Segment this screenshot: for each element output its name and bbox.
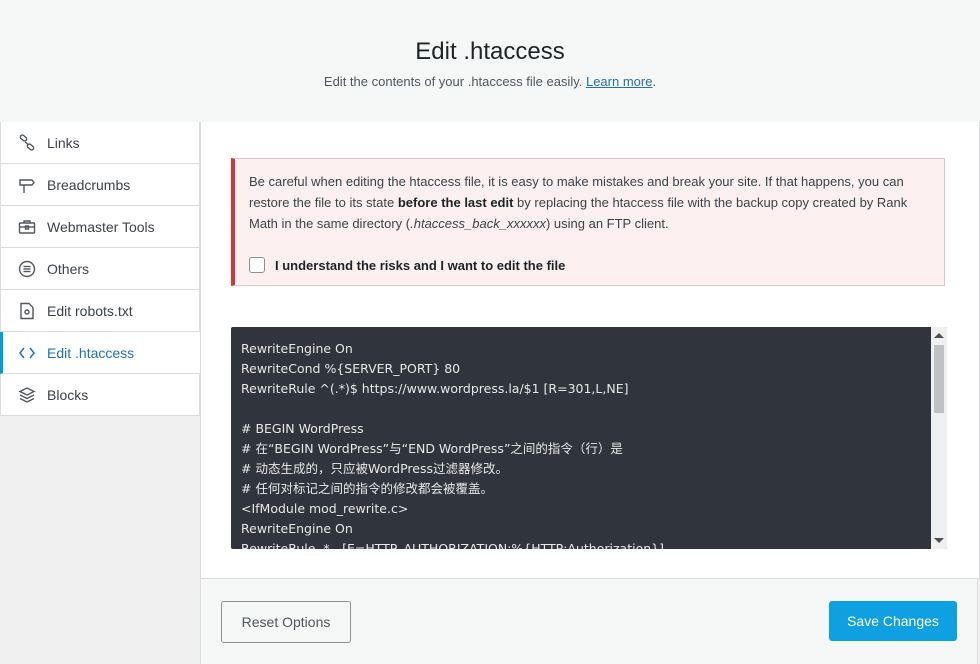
sidebar: Links Breadcrumbs Webmaster Tools Others… (0, 122, 200, 416)
sidebar-item-label: Edit .htaccess (47, 344, 135, 361)
save-changes-button[interactable]: Save Changes (829, 601, 957, 641)
list-circle-icon (17, 259, 37, 279)
code-line: RewriteEngine On (241, 521, 353, 536)
editor-scrollbar[interactable] (931, 327, 947, 549)
page-title: Edit .htaccess (415, 38, 565, 65)
page-header: Edit .htaccess Edit the contents of your… (0, 0, 980, 123)
subtitle-text: Edit the contents of your .htaccess file… (323, 74, 586, 89)
page-subtitle: Edit the contents of your .htaccess file… (0, 74, 980, 89)
sidebar-item-label: Breadcrumbs (47, 176, 131, 193)
sidebar-item-webmaster-tools[interactable]: Webmaster Tools (0, 206, 200, 248)
subtitle-suffix: . (652, 74, 657, 89)
link-icon (17, 133, 37, 153)
code-line: <IfModule mod_rewrite.c> (241, 501, 409, 516)
scroll-up-icon[interactable] (934, 333, 944, 338)
code-line: RewriteRule .* - [E=HTTP_AUTHORIZATION:%… (241, 541, 664, 549)
sidebar-item-label: Others (47, 260, 90, 277)
sidebar-item-others[interactable]: Others (0, 248, 200, 290)
sidebar-item-label: Webmaster Tools (47, 218, 155, 235)
code-line: RewriteRule ^(.*)$ https://www.wordpress… (241, 381, 629, 396)
sidebar-item-label: Blocks (47, 386, 89, 403)
risk-confirm-row[interactable]: I understand the risks and I want to edi… (249, 257, 565, 273)
scroll-down-icon[interactable] (934, 538, 944, 543)
code-icon (17, 343, 37, 363)
code-line: RewriteEngine On (241, 341, 353, 356)
main-panel: Be careful when editing the htaccess fil… (200, 122, 980, 578)
sidebar-item-breadcrumbs[interactable]: Breadcrumbs (0, 164, 200, 206)
risk-confirm-checkbox[interactable] (249, 257, 265, 273)
sidebar-item-blocks[interactable]: Blocks (0, 374, 200, 416)
warning-text-part: ) using an FTP client. (545, 216, 669, 231)
blocks-icon (17, 385, 37, 405)
code-line: # BEGIN WordPress (241, 421, 364, 436)
toolbox-icon (17, 217, 37, 237)
risk-confirm-label: I understand the risks and I want to edi… (275, 257, 566, 273)
sidebar-background (0, 422, 200, 664)
file-icon (17, 301, 37, 321)
code-line: RewriteCond %{SERVER_PORT} 80 (241, 361, 461, 376)
sidebar-item-edit-robots[interactable]: Edit robots.txt (0, 290, 200, 332)
htaccess-code-editor[interactable]: RewriteEngine On RewriteCond %{SERVER_POR… (231, 327, 947, 549)
code-line: # 在“BEGIN WordPress”与“END WordPress”之间的指… (241, 441, 623, 456)
learn-more-link[interactable]: Learn more (586, 74, 652, 89)
sidebar-item-label: Edit robots.txt (47, 302, 133, 319)
warning-text-bold: before the last edit (397, 195, 514, 210)
signpost-icon (17, 175, 37, 195)
code-line: # 动态生成的，只应被WordPress过滤器修改。 (241, 461, 508, 476)
reset-options-button[interactable]: Reset Options (221, 601, 351, 643)
footer-bar: Reset Options Save Changes (200, 578, 978, 664)
backup-filename: .htaccess_back_xxxxxx (410, 216, 546, 231)
code-line: # 任何对标记之间的指令的修改都会被覆盖。 (241, 481, 493, 496)
code-content: RewriteEngine On RewriteCond %{SERVER_POR… (241, 339, 931, 549)
sidebar-item-label: Links (47, 134, 80, 151)
sidebar-item-links[interactable]: Links (0, 122, 200, 164)
warning-notice: Be careful when editing the htaccess fil… (231, 158, 945, 286)
sidebar-item-edit-htaccess[interactable]: Edit .htaccess (0, 332, 200, 374)
scroll-thumb[interactable] (934, 345, 944, 413)
warning-text: Be careful when editing the htaccess fil… (249, 171, 929, 234)
